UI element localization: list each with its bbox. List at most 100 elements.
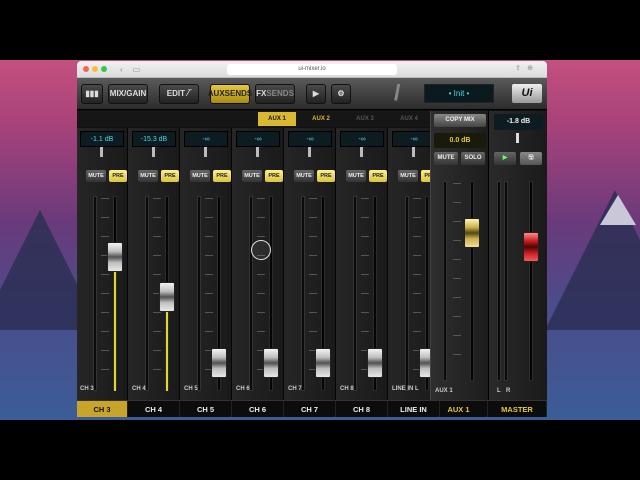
aux-strip-label: AUX 1 <box>435 388 453 394</box>
strip-label: CH 8 <box>340 386 354 392</box>
pan-knob[interactable] <box>256 147 259 157</box>
channel-fader[interactable] <box>107 242 123 273</box>
level-meter <box>249 196 253 391</box>
channel-strip: -∞ MUTE PRE CH 7 <box>284 128 336 403</box>
back-icon[interactable]: ‹ <box>120 65 123 74</box>
copy-mix-button[interactable]: COPY MIX <box>434 114 486 127</box>
strip-label: LINE IN L <box>392 386 419 392</box>
master-name[interactable]: MASTER <box>488 401 547 417</box>
ui-logo: Ui <box>512 84 542 103</box>
play-button[interactable]: ▶ <box>306 83 326 104</box>
strip-label: CH 6 <box>236 386 250 392</box>
master-meter-left <box>497 181 501 381</box>
pre-button[interactable]: PRE <box>213 170 231 182</box>
channel-fader[interactable] <box>263 347 279 378</box>
channel-fader[interactable] <box>211 347 227 378</box>
mute-button[interactable]: MUTE <box>346 170 366 182</box>
auxsends-button[interactable]: AUXSENDS <box>208 83 252 104</box>
snapshot-display[interactable]: • Init • <box>424 84 494 103</box>
pre-button[interactable]: PRE <box>161 170 179 182</box>
send-level-display: -∞ <box>184 131 228 147</box>
aux-fader-track <box>470 181 474 381</box>
save-icon[interactable]: 🖫 <box>520 152 542 165</box>
pre-button[interactable]: PRE <box>369 170 387 182</box>
mute-button[interactable]: MUTE <box>138 170 158 182</box>
aux-mute-button[interactable]: MUTE <box>434 152 458 165</box>
address-bar[interactable]: ui-mixer.io <box>227 64 397 75</box>
level-meter <box>301 196 305 391</box>
edit-label: EDIT <box>166 89 185 98</box>
channel-fader[interactable] <box>315 347 331 378</box>
tab-aux-3[interactable]: AUX 3 <box>346 112 384 126</box>
mute-button[interactable]: MUTE <box>242 170 262 182</box>
master-fader[interactable] <box>523 232 539 262</box>
mute-button[interactable]: MUTE <box>398 170 418 182</box>
channel-name-tab[interactable]: CH 8 <box>336 401 388 417</box>
tab-aux-1[interactable]: AUX 1 <box>258 112 296 126</box>
pre-button[interactable]: PRE <box>109 170 127 182</box>
aux-master-strip: COPY MIX 0.0 dB MUTE SOLO AUX 1 <box>430 111 488 403</box>
pan-knob[interactable] <box>308 147 311 157</box>
pre-button[interactable]: PRE <box>265 170 283 182</box>
mute-button[interactable]: MUTE <box>86 170 106 182</box>
channel-name-tab[interactable]: CH 5 <box>180 401 232 417</box>
channel-strip: -∞ MUTE PRE CH 5 <box>180 128 232 403</box>
settings-gear-icon[interactable]: ⚙ <box>331 83 351 104</box>
send-level-display: -1.1 dB <box>80 131 124 147</box>
pan-knob[interactable] <box>412 147 415 157</box>
zoom-dot[interactable] <box>101 66 107 72</box>
level-meter <box>353 196 357 391</box>
tab-aux-2[interactable]: AUX 2 <box>302 112 340 126</box>
level-meter <box>93 196 97 391</box>
master-strip: -1.8 dB ▶ 🖫 L R <box>488 111 547 403</box>
strip-label: CH 3 <box>80 386 94 392</box>
level-meter <box>405 196 409 391</box>
mute-button[interactable]: MUTE <box>294 170 314 182</box>
mixer-toolbar: ▮▮▮ MIX/GAIN EDIT ⁄‾ AUXSENDS FX SENDS ▶ … <box>77 78 547 110</box>
aux-solo-button[interactable]: SOLO <box>461 152 485 165</box>
mute-button[interactable]: MUTE <box>190 170 210 182</box>
close-dot[interactable] <box>83 66 89 72</box>
channel-name-tab[interactable]: CH 3 <box>77 401 128 417</box>
letterbox-top <box>0 0 640 60</box>
send-level-display: -∞ <box>288 131 332 147</box>
level-meter <box>145 196 149 391</box>
master-pan-knob[interactable] <box>516 133 519 143</box>
aux-fader[interactable] <box>464 218 480 249</box>
send-level-bar <box>166 311 168 391</box>
pan-knob[interactable] <box>152 147 155 157</box>
pre-button[interactable]: PRE <box>317 170 335 182</box>
aux-gain-display: 0.0 dB <box>434 133 486 148</box>
channel-strip: -15.3 dB MUTE PRE CH 4 <box>128 128 180 403</box>
channel-name-tab[interactable]: CH 6 <box>232 401 284 417</box>
channel-name-tab[interactable]: CH 4 <box>128 401 180 417</box>
channel-fader[interactable] <box>367 347 383 378</box>
aux-meter <box>443 181 447 381</box>
pan-knob[interactable] <box>204 147 207 157</box>
meters-icon[interactable]: ▮▮▮ <box>81 83 103 104</box>
strip-label: CH 5 <box>184 386 198 392</box>
fader-scale <box>101 198 109 388</box>
browser-chrome: ‹ ▭ ui-mixer.io ⇪⊕ <box>77 61 547 78</box>
tab-aux-4[interactable]: AUX 4 <box>390 112 428 126</box>
send-level-display: -15.3 dB <box>132 131 176 147</box>
channel-strip: -1.1 dB MUTE PRE CH 3 <box>77 128 128 403</box>
mix-gain-button[interactable]: MIX/GAIN <box>108 83 148 104</box>
edit-curve-icon: ⁄‾ <box>187 89 192 98</box>
channel-name-tab[interactable]: CH 7 <box>284 401 336 417</box>
channel-fader[interactable] <box>159 281 175 312</box>
master-play-button[interactable]: ▶ <box>494 152 516 165</box>
fxsends-button[interactable]: FX SENDS <box>255 83 295 104</box>
share-icon[interactable]: ⇪⊕ <box>515 64 539 72</box>
pan-knob[interactable] <box>100 147 103 157</box>
pan-knob[interactable] <box>360 147 363 157</box>
letterbox-bottom <box>0 420 640 480</box>
minimize-dot[interactable] <box>92 66 98 72</box>
send-level-bar <box>114 272 116 391</box>
aux-scale <box>453 183 461 373</box>
sidebar-icon[interactable]: ▭ <box>133 65 141 74</box>
edit-button[interactable]: EDIT ⁄‾ <box>159 83 199 104</box>
channel-strip: -∞ MUTE PRE CH 6 <box>232 128 284 403</box>
channel-name-tab[interactable]: LINE IN <box>388 401 440 417</box>
send-level-display: -∞ <box>340 131 384 147</box>
